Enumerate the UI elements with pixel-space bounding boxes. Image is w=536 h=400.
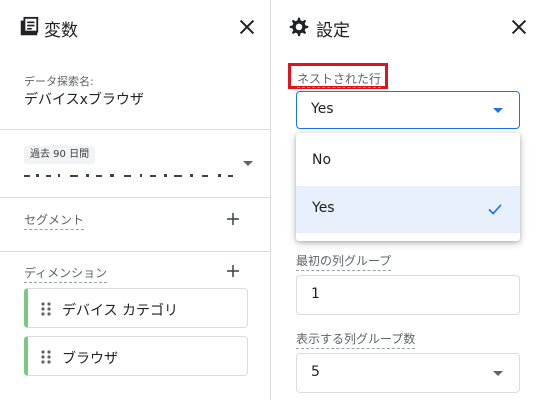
first-column-group-label: 最初の列グループ bbox=[296, 252, 392, 271]
nested-rows-dropdown-menu: No Yes bbox=[296, 133, 520, 241]
first-column-group-value: 1 bbox=[311, 286, 320, 302]
check-icon bbox=[488, 204, 502, 215]
dropdown-arrow-icon[interactable] bbox=[493, 371, 503, 376]
dimension-chip-label: ブラウザ bbox=[62, 351, 118, 367]
dropdown-option-no[interactable]: No bbox=[296, 138, 520, 185]
gear-icon bbox=[289, 17, 309, 37]
variables-panel: 変数 データ探索名: デバイスxブラウザ 過去 90 日間 セグメント ディメン… bbox=[0, 0, 271, 400]
divider bbox=[0, 251, 270, 252]
dropdown-option-yes[interactable]: Yes bbox=[296, 186, 520, 233]
date-range-text-fragment bbox=[24, 174, 233, 177]
divider bbox=[0, 129, 270, 130]
highlight-annotation-box: ネストされた行 bbox=[288, 63, 388, 89]
variables-panel-header: 変数 bbox=[0, 0, 270, 56]
dimension-chip-label: デバイス カテゴリ bbox=[62, 303, 179, 319]
dimensions-label: ディメンション bbox=[24, 264, 108, 283]
drag-handle-icon[interactable] bbox=[40, 301, 52, 317]
dimension-chip-device-category[interactable]: デバイス カテゴリ bbox=[24, 288, 248, 328]
add-segment-plus-icon[interactable] bbox=[224, 210, 242, 228]
divider bbox=[0, 197, 270, 198]
column-groups-shown-label: 表示する列グループ数 bbox=[296, 330, 416, 349]
date-range-dropdown-icon[interactable] bbox=[243, 161, 253, 166]
variables-icon bbox=[20, 16, 39, 36]
nested-rows-select[interactable]: Yes bbox=[296, 91, 520, 129]
dimension-chip-browser[interactable]: ブラウザ bbox=[24, 336, 248, 376]
nested-rows-selected-value: Yes bbox=[311, 101, 334, 117]
date-range-chip[interactable]: 過去 90 日間 bbox=[24, 146, 96, 164]
exploration-name-label: データ探索名: bbox=[24, 75, 94, 88]
add-dimension-plus-icon[interactable] bbox=[224, 262, 242, 280]
column-groups-shown-select[interactable]: 5 bbox=[296, 353, 520, 393]
first-column-group-input[interactable]: 1 bbox=[296, 275, 520, 315]
option-label: Yes bbox=[312, 200, 335, 216]
settings-panel-title: 設定 bbox=[316, 21, 350, 41]
option-label: No bbox=[312, 152, 332, 168]
dropdown-arrow-icon[interactable] bbox=[493, 108, 503, 113]
settings-panel-header: 設定 bbox=[272, 0, 536, 56]
segments-label: セグメント bbox=[24, 211, 85, 230]
exploration-name[interactable]: デバイスxブラウザ bbox=[24, 89, 144, 109]
close-icon[interactable] bbox=[508, 16, 530, 38]
column-groups-shown-value: 5 bbox=[311, 364, 320, 380]
nested-rows-label: ネストされた行 bbox=[297, 72, 382, 88]
variables-panel-title: 変数 bbox=[44, 21, 78, 41]
close-icon[interactable] bbox=[236, 16, 258, 38]
drag-handle-icon[interactable] bbox=[40, 349, 52, 365]
